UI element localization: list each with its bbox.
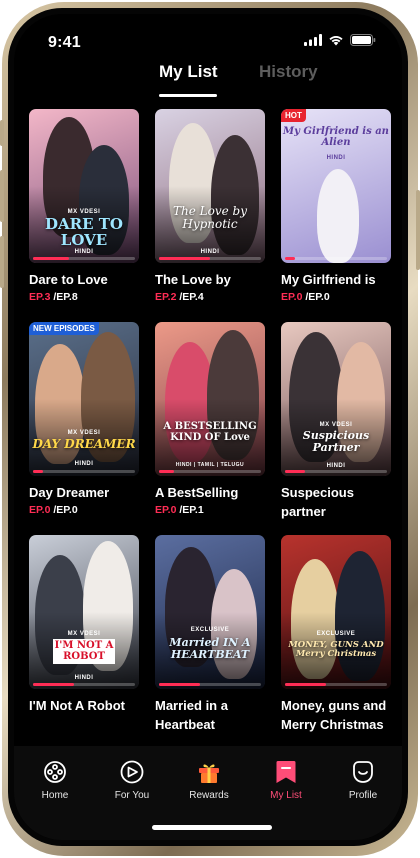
eye-icon	[120, 760, 144, 784]
poster-language: HINDI | TAMIL | TELUGU	[175, 462, 245, 468]
watch-progress-bar	[33, 470, 44, 473]
show-card[interactable]: The Love by Hypnotic HINDI The Love by E…	[155, 109, 265, 303]
nav-profile[interactable]: Profile	[328, 758, 398, 801]
poster-language: HINDI	[200, 249, 220, 255]
poster-title: I'M NOT A ROBOT	[53, 639, 115, 664]
episode-progress: EP.0 /EP.0	[29, 504, 78, 516]
list-history-tabs: My List History	[14, 62, 402, 102]
poster-title: Suspicious Partner	[302, 429, 370, 454]
poster-image[interactable]: A BESTSELLING KIND OF Love HINDI | TAMIL…	[155, 322, 265, 476]
gift-icon	[199, 764, 219, 783]
poster-language: HINDI	[326, 463, 346, 469]
hot-badge: HOT	[281, 109, 306, 122]
show-card[interactable]: MX VDESI DAY DREAMER HINDI NEW EPISODES …	[29, 322, 139, 516]
episode-progress: EP.0 /EP.1	[155, 504, 204, 516]
nav-label: Profile	[348, 790, 378, 801]
nav-label: Rewards	[189, 790, 229, 801]
active-tab-indicator	[159, 94, 217, 97]
poster-image[interactable]: MX VDESI I'M NOT A ROBOT HINDI	[29, 535, 139, 689]
poster-title: The Love by Hypnotic	[173, 204, 247, 231]
episode-progress: EP.3 /EP.8	[29, 291, 78, 303]
poster-brand: MX VDESI	[67, 631, 101, 637]
film-reel-icon	[44, 761, 66, 783]
show-card[interactable]: EXCLUSIVE MONEY, GUNS AND Merry Christma…	[281, 535, 391, 734]
show-card[interactable]: A BESTSELLING KIND OF Love HINDI | TAMIL…	[155, 322, 265, 516]
poster-brand: MX VDESI	[67, 430, 101, 436]
episode-progress: EP.2 /EP.4	[155, 291, 204, 303]
nav-label: Home	[41, 790, 69, 801]
show-title[interactable]: Dare to Love	[29, 270, 139, 289]
watch-progress-bar	[159, 683, 200, 686]
show-title[interactable]: Money, guns and Merry Christmas	[281, 696, 391, 734]
show-card[interactable]: MX VDESI Suspicious Partner HINDI Suspec…	[281, 322, 391, 521]
episode-progress: EP.0 /EP.0	[281, 291, 330, 303]
show-title[interactable]: I'M Not A Robot	[29, 696, 139, 715]
watch-progress-bar	[285, 683, 326, 686]
show-title[interactable]: Married in a Heartbeat	[155, 696, 265, 734]
poster-title: DAY DREAMER	[32, 437, 136, 451]
bookmark-icon	[276, 761, 296, 783]
my-list-grid: MX VDESI DARE TO LOVE HINDI Dare to Love…	[14, 109, 402, 778]
tab-my-list[interactable]: My List	[159, 62, 218, 82]
poster-language: HINDI	[74, 249, 94, 255]
home-indicator[interactable]	[152, 825, 272, 830]
status-time: 9:41	[48, 34, 81, 51]
poster-brand: EXCLUSIVE	[316, 631, 356, 637]
show-title[interactable]: The Love by	[155, 270, 265, 289]
battery-icon	[350, 34, 376, 46]
poster-title: Married IN A HEARTBEAT	[169, 636, 251, 661]
show-card[interactable]: MX VDESI DARE TO LOVE HINDI Dare to Love…	[29, 109, 139, 303]
nav-label: For You	[114, 790, 150, 801]
power-button	[416, 190, 420, 270]
poster-brand: MX VDESI	[319, 422, 353, 428]
watch-progress-bar	[159, 470, 175, 473]
wifi-icon	[329, 35, 343, 46]
poster-title: A BESTSELLING KIND OF Love	[163, 421, 257, 443]
poster-image[interactable]: MX VDESI DAY DREAMER HINDI NEW EPISODES	[29, 322, 139, 476]
watch-progress-bar	[33, 683, 74, 686]
poster-image[interactable]: EXCLUSIVE Married IN A HEARTBEAT	[155, 535, 265, 689]
nav-for-you[interactable]: For You	[97, 758, 167, 801]
volume-up-button	[0, 170, 4, 222]
watch-progress-bar	[285, 257, 296, 260]
show-title[interactable]: Day Dreamer	[29, 483, 139, 502]
nav-rewards[interactable]: Rewards	[174, 758, 244, 801]
poster-image[interactable]: MX VDESI Suspicious Partner HINDI	[281, 322, 391, 476]
new-episodes-badge: NEW EPISODES	[29, 322, 99, 335]
nav-my-list[interactable]: My List	[251, 758, 321, 801]
poster-title: DARE TO LOVE	[45, 215, 123, 249]
status-icons	[304, 34, 376, 46]
nav-home[interactable]: Home	[20, 758, 90, 801]
poster-brand: EXCLUSIVE	[190, 627, 230, 633]
poster-title: My Girlfriend is an Alien	[283, 126, 389, 148]
poster-image[interactable]: The Love by Hypnotic HINDI	[155, 109, 265, 263]
profile-icon	[353, 761, 373, 783]
show-card[interactable]: My Girlfriend is an Alien HINDI HOT My G…	[281, 109, 391, 303]
nav-label: My List	[270, 790, 302, 801]
app-screen: 9:41 My List History MX VDESI DARE TO LO…	[14, 14, 402, 840]
show-card[interactable]: MX VDESI I'M NOT A ROBOT HINDI I'M Not A…	[29, 535, 139, 715]
poster-language: HINDI	[74, 675, 94, 681]
mute-switch	[0, 120, 4, 146]
poster-image[interactable]: EXCLUSIVE MONEY, GUNS AND Merry Christma…	[281, 535, 391, 689]
watch-progress-bar	[33, 257, 69, 260]
poster-title: MONEY, GUNS AND Merry Christmas	[288, 640, 384, 659]
watch-progress-bar	[159, 257, 210, 260]
tab-history[interactable]: History	[259, 62, 318, 82]
poster-image[interactable]: My Girlfriend is an Alien HINDI HOT	[281, 109, 391, 263]
poster-language: HINDI	[326, 155, 346, 161]
watch-progress-bar	[285, 470, 306, 473]
signal-icon	[304, 34, 322, 46]
poster-language: HINDI	[74, 461, 94, 467]
show-title[interactable]: My Girlfriend is	[281, 270, 391, 289]
poster-image[interactable]: MX VDESI DARE TO LOVE HINDI	[29, 109, 139, 263]
show-card[interactable]: EXCLUSIVE Married IN A HEARTBEAT Married…	[155, 535, 265, 734]
show-title[interactable]: Suspecious partner	[281, 483, 391, 521]
show-title[interactable]: A BestSelling	[155, 483, 265, 502]
bottom-navigation: Home For You Rewards My List Profile	[14, 746, 402, 840]
volume-down-button	[0, 236, 4, 288]
